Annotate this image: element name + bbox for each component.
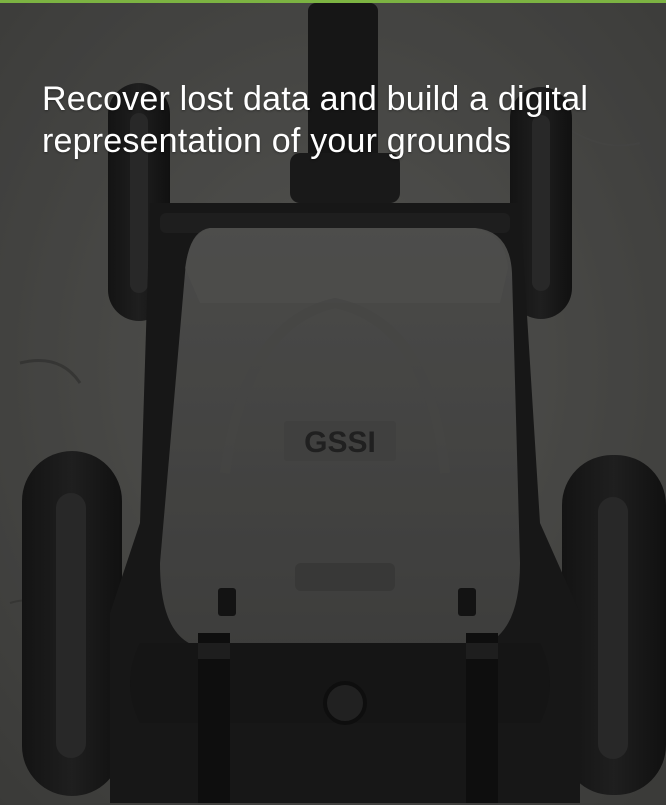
hero-card: GSSI Recover lost data and build a digit… bbox=[0, 0, 666, 805]
hero-headline: Recover lost data and build a digital re… bbox=[42, 80, 589, 160]
